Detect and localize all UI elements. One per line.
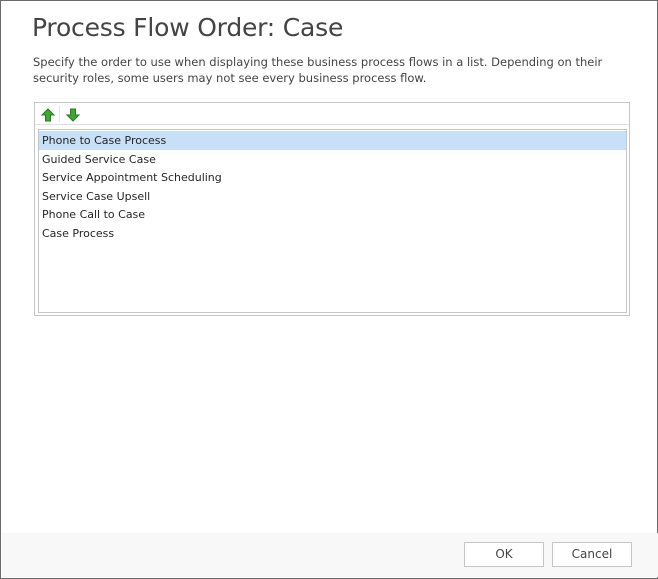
order-toolbar [35, 103, 629, 125]
arrow-down-icon [65, 108, 81, 122]
process-flow-order-dialog: Process Flow Order: Case Specify the ord… [0, 0, 658, 579]
list-item[interactable]: Phone Call to Case [39, 205, 626, 224]
dialog-title: Process Flow Order: Case [32, 13, 344, 42]
list-item[interactable]: Guided Service Case [39, 150, 626, 169]
ok-button[interactable]: OK [464, 542, 544, 567]
process-flow-listbox[interactable]: Phone to Case Process Guided Service Case… [38, 129, 627, 313]
dialog-description: Specify the order to use when displaying… [33, 55, 603, 85]
move-up-button[interactable] [40, 107, 56, 122]
arrow-up-icon [40, 108, 56, 122]
list-item[interactable]: Service Appointment Scheduling [39, 168, 626, 187]
dialog-footer: OK Cancel [2, 533, 658, 577]
cancel-button[interactable]: Cancel [552, 542, 632, 567]
list-item[interactable]: Case Process [39, 224, 626, 243]
list-item[interactable]: Phone to Case Process [39, 131, 626, 150]
process-list-panel: Phone to Case Process Guided Service Case… [34, 102, 630, 316]
list-item[interactable]: Service Case Upsell [39, 187, 626, 206]
move-down-button[interactable] [65, 107, 81, 122]
toolbar-separator [59, 106, 60, 122]
